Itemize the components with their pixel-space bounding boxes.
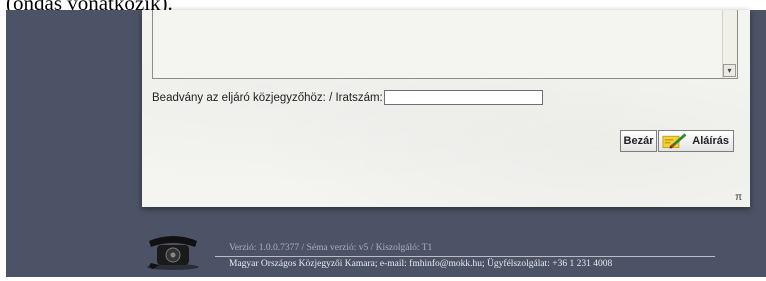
close-button-label: Bezár [623, 135, 654, 147]
form-panel: ▾ Beadvány az eljáró közjegyzőhöz: / Ira… [142, 10, 750, 207]
message-textarea[interactable]: ▾ [152, 10, 738, 79]
scroll-down-button[interactable]: ▾ [723, 64, 736, 77]
footer-divider [215, 256, 715, 257]
reference-number-input[interactable] [383, 90, 543, 105]
panel-mark: π [735, 192, 742, 203]
close-button[interactable]: Bezár [620, 130, 657, 152]
telephone-icon [147, 236, 199, 270]
textarea-scrollbar[interactable]: ▾ [722, 10, 737, 78]
reference-row: Beadvány az eljáró közjegyzőhöz: / Irats… [152, 90, 543, 105]
reference-label: Beadvány az eljáró közjegyzőhöz: / Irats… [152, 91, 383, 104]
bottom-edge [6, 277, 766, 281]
footer-version-text: Verzió: 1.0.0.7377 / Séma verzió: v5 / K… [229, 243, 433, 253]
sign-button-label: Aláírás [692, 135, 729, 147]
footer-contact-text: Magyar Országos Közjegyzői Kamara; e-mai… [229, 259, 613, 269]
sign-button[interactable]: Aláírás [658, 130, 734, 152]
pen-sign-icon [662, 133, 687, 149]
